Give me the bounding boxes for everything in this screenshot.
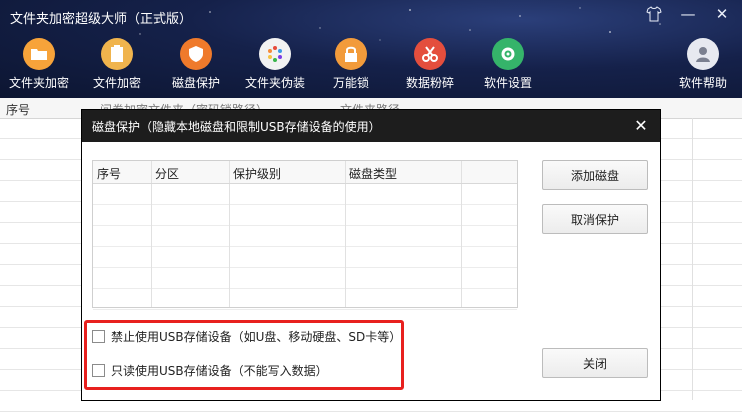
padlock-icon [335,38,367,70]
toolbar-item-folder-disguise[interactable]: 文件夹伪装 [240,38,310,91]
column-header: 序号 [6,103,31,117]
toolbar-item-label: 文件夹加密 [8,76,69,90]
toolbar-item-label: 软件帮助 [678,76,727,90]
close-icon[interactable]: ✕ [632,116,650,135]
close-icon[interactable]: ✕ [712,4,732,24]
disk-protect-dialog: 磁盘保护（隐藏本地磁盘和限制USB存储设备的使用） ✕ 序号 分区 保护级别 磁… [82,110,660,400]
toolbar-item-settings[interactable]: 软件设置 [473,38,543,91]
shield-icon [180,38,212,70]
toolbar-item-disk-protect[interactable]: 磁盘保护 [161,38,231,91]
option-readonly-usb[interactable]: 只读使用USB存储设备（不能写入数据） [92,362,328,379]
toolbar-item-label: 磁盘保护 [171,76,220,90]
gear-icon [492,38,524,70]
window-controls: — ✕ [644,4,732,24]
app-header: 文件夹加密超级大师（正式版） — ✕ 文件夹加密 文件加密 磁盘保护 文件夹伪装… [0,0,742,98]
checkbox[interactable] [92,330,105,343]
cancel-protection-button[interactable]: 取消保护 [542,204,648,234]
dialog-title-bar: 磁盘保护（隐藏本地磁盘和限制USB存储设备的使用） ✕ [82,110,660,142]
add-disk-button[interactable]: 添加磁盘 [542,160,648,190]
disk-table-header: 序号 分区 保护级别 磁盘类型 [93,161,517,184]
toolbar-item-master-lock[interactable]: 万能锁 [316,38,386,91]
toolbar-item-label: 软件设置 [483,76,532,90]
file-icon [101,38,133,70]
palette-icon [259,38,291,70]
option-block-usb[interactable]: 禁止使用USB存储设备（如U盘、移动硬盘、SD卡等） [92,328,401,345]
folder-icon [23,38,55,70]
column-header: 磁盘类型 [349,167,398,181]
shirt-icon[interactable] [644,4,664,24]
toolbar-item-label: 万能锁 [332,76,369,90]
close-button[interactable]: 关闭 [542,348,648,378]
minimize-icon[interactable]: — [678,4,698,24]
toolbar-item-data-shred[interactable]: 数据粉碎 [395,38,465,91]
toolbar-item-file-encrypt[interactable]: 文件加密 [82,38,152,91]
app-title: 文件夹加密超级大师（正式版） [10,12,193,27]
toolbar-item-help[interactable]: 软件帮助 [668,38,738,91]
option-label: 只读使用USB存储设备（不能写入数据） [111,364,328,378]
option-label: 禁止使用USB存储设备（如U盘、移动硬盘、SD卡等） [111,330,402,344]
disk-table-body[interactable] [93,184,517,310]
toolbar-item-label: 文件加密 [92,76,141,90]
disk-table: 序号 分区 保护级别 磁盘类型 [92,160,518,310]
toolbar-item-label: 文件夹伪装 [244,76,305,90]
column-header: 保护级别 [233,167,282,181]
scissors-icon [414,38,446,70]
toolbar-item-label: 数据粉碎 [405,76,454,90]
dialog-title: 磁盘保护（隐藏本地磁盘和限制USB存储设备的使用） [92,120,381,134]
main-toolbar: 文件夹加密 文件加密 磁盘保护 文件夹伪装 万能锁 数据粉碎 软件设置 软件帮助 [0,38,742,98]
column-header: 序号 [97,167,122,181]
column-header: 分区 [155,167,180,181]
toolbar-item-folder-encrypt[interactable]: 文件夹加密 [4,38,74,91]
user-icon [687,38,719,70]
checkbox[interactable] [92,364,105,377]
